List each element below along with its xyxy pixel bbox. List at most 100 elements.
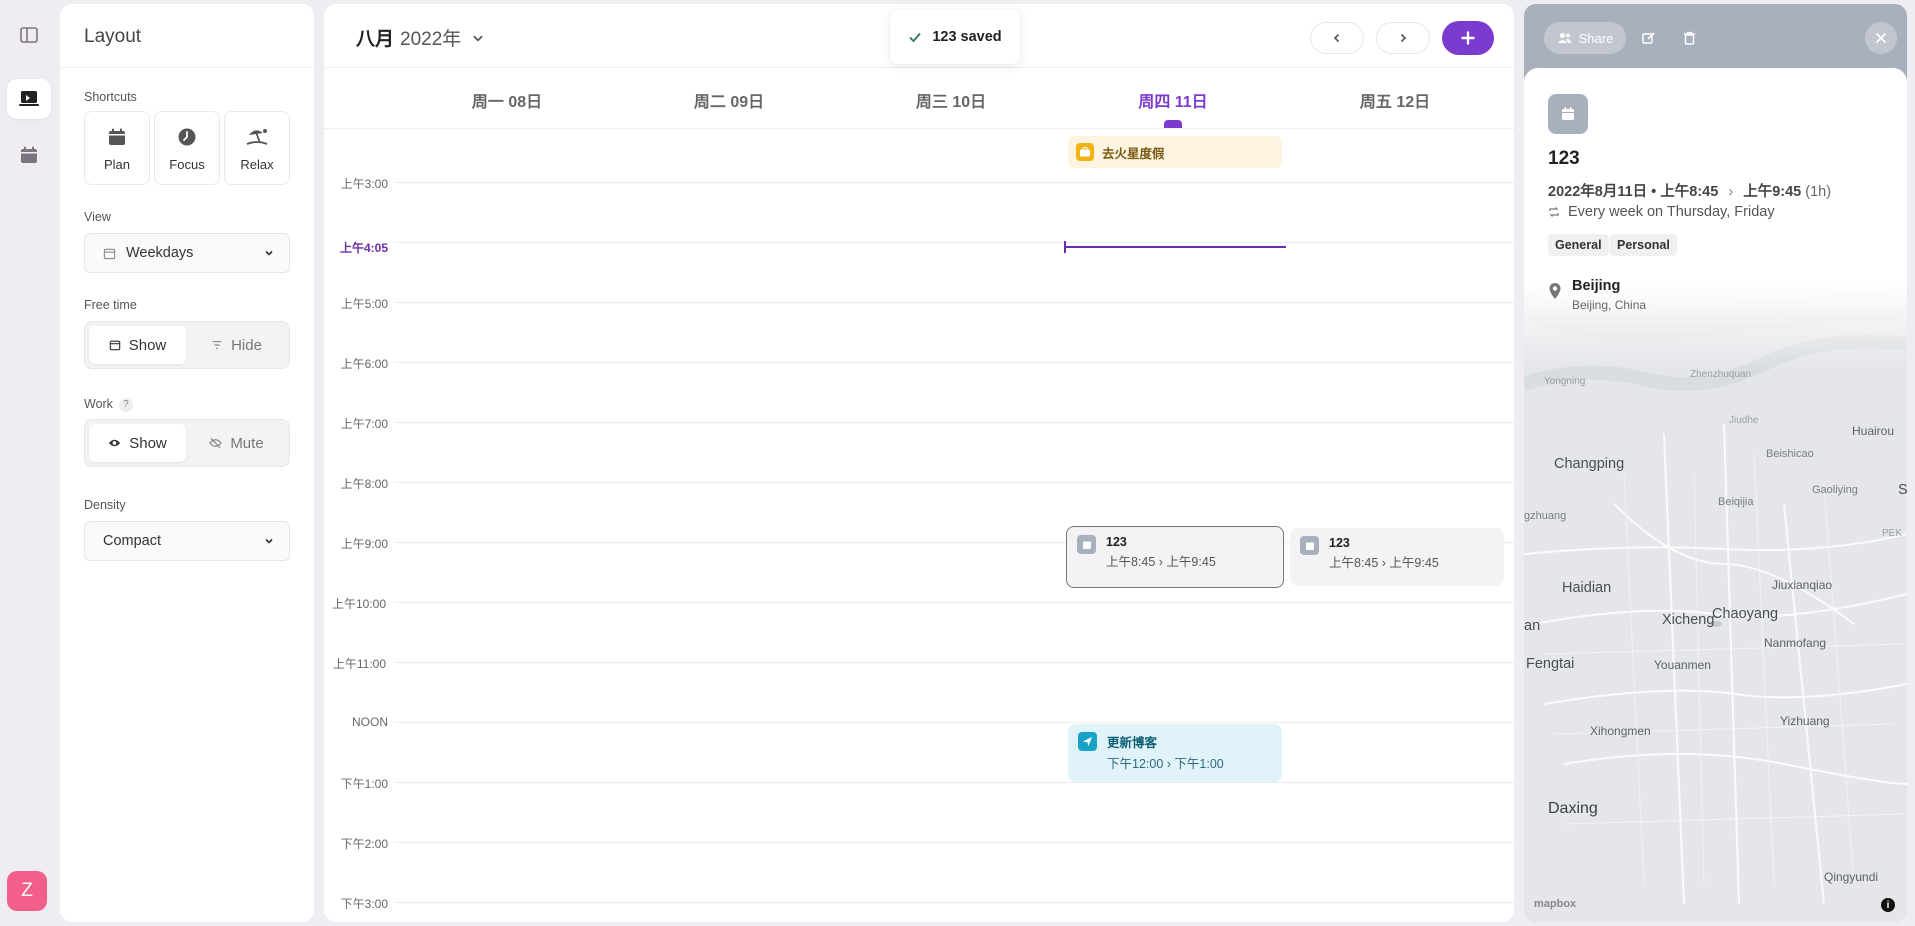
map-label: PEK	[1882, 528, 1903, 539]
free-time-hide-option[interactable]: Hide	[188, 326, 285, 364]
map-label: Xihongmen	[1590, 724, 1651, 738]
shortcut-label: Plan	[103, 157, 131, 172]
month-picker[interactable]: 八月 2022年	[356, 24, 485, 51]
day-header-fri[interactable]: 周五 12日	[1360, 88, 1430, 112]
check-icon	[909, 32, 922, 43]
location-name[interactable]: Beijing	[1572, 278, 1620, 294]
shortcut-plan[interactable]: Plan	[84, 111, 150, 185]
location-address: Beijing, China	[1572, 298, 1647, 312]
tag-general[interactable]: General	[1548, 234, 1609, 256]
calendar-icon	[1300, 536, 1319, 555]
help-icon[interactable]: ?	[118, 397, 133, 412]
tag-personal[interactable]: Personal	[1610, 234, 1677, 256]
free-time-show-option[interactable]: Show	[89, 326, 186, 364]
event-card[interactable]: 123 上午8:45 › 上午9:45	[1290, 528, 1504, 586]
chevron-down-icon	[473, 35, 483, 42]
event-time: 下午12:00 › 下午1:00	[1107, 757, 1224, 771]
event-card[interactable]: 更新博客 下午12:00 › 下午1:00	[1068, 724, 1282, 782]
map-label: Zhenzhuquan	[1690, 369, 1752, 380]
edit-button[interactable]	[1634, 22, 1664, 54]
hour-line	[394, 422, 1514, 423]
repeat-icon	[1549, 207, 1559, 217]
share-button[interactable]: Share	[1544, 22, 1626, 54]
location-pin-icon	[1549, 283, 1561, 299]
event-details-panel: Changping Haidian Xicheng Chaoyang Fengt…	[1524, 4, 1907, 922]
event-duration: (1h)	[1805, 184, 1832, 200]
hour-line	[394, 362, 1514, 363]
hour-label: 上午7:00	[340, 417, 388, 431]
current-time-label: 上午4:05	[339, 241, 388, 255]
calendar-icon	[109, 128, 125, 145]
shortcut-focus[interactable]: Focus	[154, 111, 220, 185]
density-select[interactable]: Compact	[84, 521, 290, 561]
hour-line	[394, 842, 1514, 843]
app-rail: Z	[0, 0, 55, 926]
day-header-tue[interactable]: 周二 09日	[694, 88, 764, 112]
option-label: Hide	[231, 336, 262, 354]
map-label: Haidian	[1562, 580, 1612, 596]
event-recurrence[interactable]: Every week on Thursday, Friday	[1548, 204, 1775, 220]
option-label: Show	[128, 336, 167, 354]
hour-label: 上午5:00	[340, 297, 388, 311]
hour-label: 上午6:00	[340, 357, 388, 371]
hour-line	[394, 662, 1514, 663]
map-label: Changping	[1554, 456, 1625, 472]
hour-label: 上午8:00	[340, 477, 388, 491]
user-avatar[interactable]: Z	[7, 871, 47, 911]
hour-line	[394, 302, 1514, 303]
saved-toast: 123 saved	[890, 10, 1020, 64]
event-detail-card: 123 2022年8月11日 • 上午8:45 › 上午9:45 (1h) Ev…	[1524, 68, 1907, 368]
users-icon	[1557, 33, 1572, 43]
map-label: Daxing	[1548, 800, 1598, 817]
hour-label: 上午3:00	[340, 177, 388, 191]
event-time: 上午8:45 › 上午9:45	[1329, 556, 1439, 570]
day-header-wed[interactable]: 周三 10日	[916, 88, 986, 112]
view-select[interactable]: Weekdays	[84, 233, 290, 273]
edit-icon	[1642, 32, 1655, 44]
work-label-text: Work	[84, 397, 113, 411]
previous-week-button[interactable]	[1310, 22, 1364, 54]
event-detail-time[interactable]: 2022年8月11日 • 上午8:45 › 上午9:45 (1h)	[1548, 180, 1831, 201]
event-card[interactable]: 123 上午8:45 › 上午9:45	[1066, 526, 1284, 588]
all-day-event[interactable]: 去火星度假	[1068, 136, 1282, 168]
free-time-toggle: Show Hide	[84, 321, 290, 369]
delete-button[interactable]	[1674, 22, 1704, 54]
view-value: Weekdays	[126, 245, 194, 261]
chevron-down-icon	[265, 538, 273, 544]
map-label: Nanmofang	[1764, 636, 1827, 650]
divider	[60, 67, 314, 68]
close-button[interactable]	[1865, 22, 1897, 54]
rail-calendar-button[interactable]	[7, 135, 51, 175]
work-mute-option[interactable]: Mute	[188, 424, 285, 462]
today-indicator	[1164, 120, 1182, 128]
eye-icon	[109, 439, 121, 447]
shortcut-relax[interactable]: Relax	[224, 111, 290, 185]
option-label: Mute	[230, 434, 264, 452]
map-label: gzhuang	[1524, 510, 1567, 522]
map-label: Yizhuang	[1780, 714, 1830, 728]
map-label: Gaoliying	[1812, 484, 1858, 496]
work-toggle: Show Mute	[84, 419, 290, 467]
work-show-option[interactable]: Show	[89, 424, 186, 462]
calendar-icon	[1077, 535, 1096, 554]
event-detail-title[interactable]: 123	[1548, 148, 1580, 170]
day-header-mon[interactable]: 周一 08日	[472, 88, 542, 112]
map-label: Beiqijia	[1718, 496, 1754, 508]
hour-line	[394, 482, 1514, 483]
calendar-icon	[21, 146, 37, 163]
add-event-button[interactable]	[1442, 21, 1494, 55]
toast-text: 123 saved	[932, 29, 1002, 45]
recurrence-text: Every week on Thursday, Friday	[1568, 204, 1775, 220]
next-week-button[interactable]	[1376, 22, 1430, 54]
planner-icon	[19, 91, 39, 106]
info-icon[interactable]: i	[1881, 898, 1895, 912]
map-label: Qingyundi	[1824, 870, 1879, 884]
day-header-thu[interactable]: 周四 11日	[1138, 88, 1207, 112]
hour-label: 下午2:00	[340, 837, 388, 851]
mapbox-attribution[interactable]: mapbox	[1534, 898, 1576, 910]
calendar-icon	[103, 248, 116, 259]
hour-line	[394, 782, 1514, 783]
suitcase-icon	[1076, 143, 1094, 161]
rail-planner-button[interactable]	[7, 79, 51, 119]
toggle-sidebar-button[interactable]	[7, 15, 51, 55]
